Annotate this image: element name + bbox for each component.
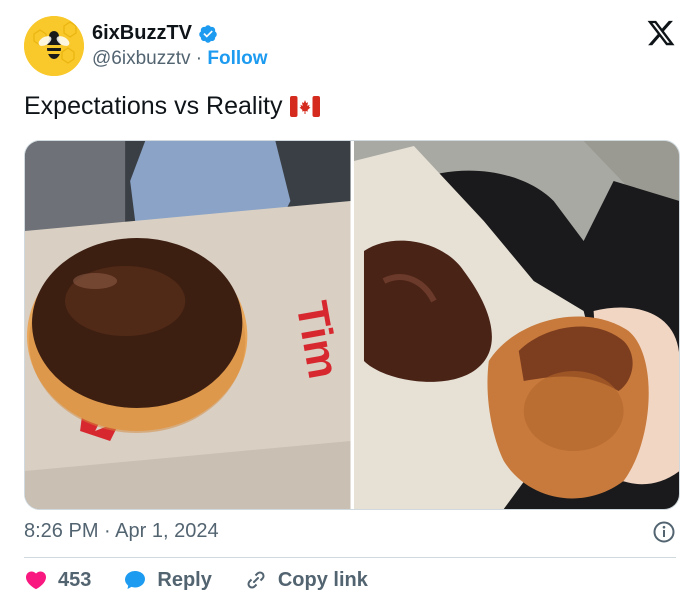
- tweet-media[interactable]: Tim: [24, 140, 680, 510]
- tweet-text-row: Expectations vs Reality: [24, 92, 321, 121]
- follow-button[interactable]: Follow: [207, 48, 267, 69]
- eaten-donut-photo: [353, 141, 679, 509]
- chocolate-donut-photo: Tim: [25, 141, 351, 509]
- tweet-embed: 6ixBuzzTV @6ixbuzztv · Follow Expectatio…: [0, 0, 700, 612]
- like-count: 453: [58, 568, 92, 591]
- author-name-row: 6ixBuzzTV: [92, 22, 218, 45]
- copy-link-label: Copy link: [277, 568, 368, 591]
- tweet-timestamp[interactable]: 8:26 PM · Apr 1, 2024: [24, 520, 219, 543]
- avatar[interactable]: [24, 16, 84, 76]
- like-button[interactable]: 453: [24, 568, 91, 592]
- copy-link-button[interactable]: Copy link: [244, 568, 368, 592]
- canada-flag-icon: [290, 96, 321, 117]
- reply-label: Reply: [157, 568, 212, 591]
- heart-icon: [25, 571, 47, 590]
- author-handle-row: @6ixbuzztv · Follow: [92, 48, 268, 70]
- separator-dot: ·: [195, 48, 203, 69]
- author-display-name[interactable]: 6ixBuzzTV: [92, 22, 192, 45]
- reply-button[interactable]: Reply: [123, 568, 212, 592]
- x-logo-icon[interactable]: [646, 18, 676, 48]
- tweet-text: Expectations vs Reality: [24, 92, 283, 120]
- reply-bubble-icon: [125, 571, 146, 589]
- expectation-photo[interactable]: Tim: [25, 141, 351, 509]
- author-handle[interactable]: @6ixbuzztv: [92, 48, 191, 69]
- reality-photo[interactable]: [353, 141, 679, 509]
- divider: [24, 557, 676, 558]
- link-icon: [247, 571, 265, 589]
- bee-logo-icon: [24, 16, 84, 76]
- verified-badge-icon: [199, 24, 217, 43]
- info-icon[interactable]: [652, 520, 676, 544]
- action-bar: 453 Reply Copy link: [24, 568, 400, 592]
